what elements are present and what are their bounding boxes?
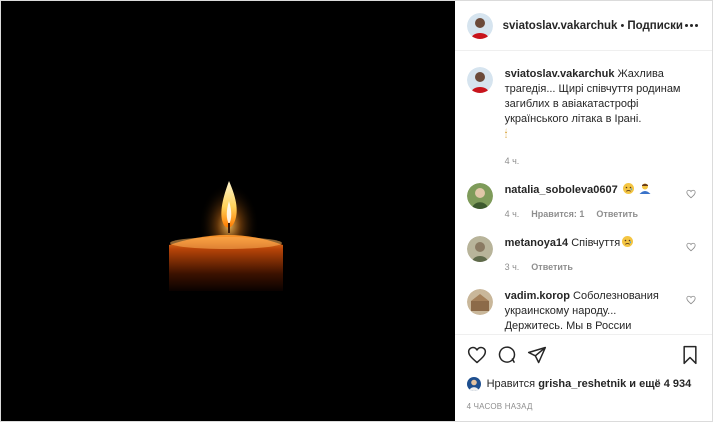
post-sidebar: sviatoslav.vakarchuk • Подписки sviatosl…: [454, 1, 712, 421]
candle-image: [169, 179, 283, 291]
header-username[interactable]: sviatoslav.vakarchuk: [503, 20, 618, 32]
caption-candle-emoji: 🕯: [504, 129, 508, 140]
header-separator: •: [620, 19, 625, 32]
likes-prefix: Нравится: [486, 378, 536, 390]
avatar-photo-icon: [466, 236, 493, 262]
avatar-photo-icon: [466, 289, 493, 315]
likes-count[interactable]: и ещё 4 934: [629, 378, 691, 390]
more-options-icon[interactable]: [683, 18, 700, 33]
avatar[interactable]: [466, 67, 493, 93]
comment-like-heart-icon[interactable]: [686, 242, 696, 252]
comment-item: metanoya14 Співчуття 3 ч. Ответить: [466, 236, 700, 275]
avatar-photo-icon: [466, 183, 493, 209]
sad-face-emoji-icon: [622, 183, 634, 194]
comment-bubble-icon[interactable]: [497, 345, 517, 365]
comment-like-heart-icon[interactable]: [686, 189, 696, 199]
avatar[interactable]: [466, 236, 493, 262]
avatar[interactable]: [466, 377, 481, 391]
reply-button[interactable]: Ответить: [531, 260, 573, 275]
reply-button[interactable]: Ответить: [596, 207, 638, 222]
post-timestamp[interactable]: 4 ЧАСОВ НАЗАД: [455, 394, 712, 421]
paper-plane-icon[interactable]: [527, 345, 547, 365]
caption-time[interactable]: 4 ч.: [505, 154, 520, 169]
sad-face-emoji-icon: [622, 236, 634, 247]
avatar-photo-icon: [466, 12, 493, 39]
comment-username[interactable]: vadim.korop: [505, 290, 570, 302]
comment-username[interactable]: metanoya14: [505, 237, 569, 249]
comment-item: natalia_soboleva0607 4 ч. Нравится: 1 От…: [466, 183, 700, 222]
instagram-post: sviatoslav.vakarchuk • Подписки sviatosl…: [0, 0, 713, 422]
following-button[interactable]: Подписки: [627, 20, 683, 32]
heart-icon[interactable]: [467, 345, 487, 365]
avatar[interactable]: [466, 12, 493, 39]
avatar-photo-icon: [468, 379, 479, 391]
comment-username[interactable]: natalia_soboleva0607: [505, 184, 618, 196]
comment-item: vadim.korop Соболезнования украинскому н…: [466, 289, 700, 334]
bookmark-icon[interactable]: [680, 345, 700, 365]
comments-list: sviatoslav.vakarchuk Жахлива трагедія...…: [455, 51, 712, 334]
comment-like-heart-icon[interactable]: [686, 295, 696, 305]
avatar-photo-icon: [466, 67, 493, 93]
comment-likes-count[interactable]: Нравится: 1: [531, 207, 584, 222]
comment-time[interactable]: 4 ч.: [505, 207, 520, 222]
post-header: sviatoslav.vakarchuk • Подписки: [454, 1, 712, 51]
person-bowing-emoji-icon: [639, 183, 651, 194]
avatar[interactable]: [466, 183, 493, 209]
post-actions-bar: [454, 334, 712, 374]
caption: sviatoslav.vakarchuk Жахлива трагедія...…: [466, 67, 700, 169]
avatar[interactable]: [466, 289, 493, 315]
comment-time[interactable]: 3 ч.: [505, 260, 520, 275]
caption-username[interactable]: sviatoslav.vakarchuk: [505, 68, 615, 80]
post-image[interactable]: [1, 1, 455, 421]
comment-text: Співчуття: [571, 237, 621, 249]
likes-summary: Нравится grisha_reshetnik и ещё 4 934: [455, 374, 712, 394]
likes-username[interactable]: grisha_reshetnik: [538, 378, 626, 390]
